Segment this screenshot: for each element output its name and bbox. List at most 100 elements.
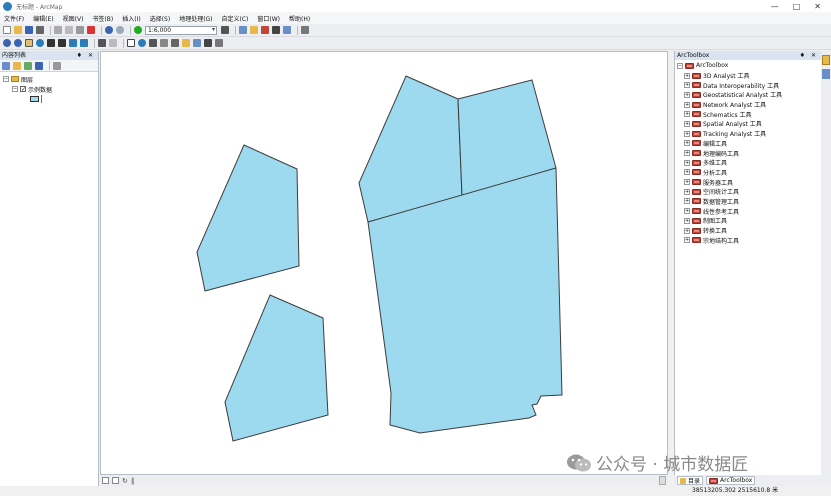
fixed-zoom-in-icon[interactable] (47, 39, 55, 47)
toolbox-item[interactable]: + Data Interoperability 工具 (684, 80, 821, 90)
toolbox-item[interactable]: + Tracking Analyst 工具 (684, 129, 821, 139)
menu-view[interactable]: 视图(V) (63, 14, 84, 23)
select-elements-icon[interactable] (127, 39, 135, 47)
select-features-icon[interactable] (98, 39, 106, 47)
expand-icon[interactable]: + (684, 150, 690, 157)
pause-drawing-icon[interactable]: ∥ (131, 477, 135, 485)
forward-icon[interactable] (80, 39, 88, 47)
toolbox-item[interactable]: + 地理编码工具 (684, 148, 821, 158)
expand-icon[interactable]: + (684, 101, 690, 108)
expand-icon[interactable]: + (684, 188, 690, 195)
maximize-button[interactable]: □ (793, 2, 801, 11)
minimize-button[interactable]: — (771, 2, 779, 11)
arctoolbox-root[interactable]: − ArcToolbox (677, 61, 821, 71)
list-by-selection-icon[interactable] (35, 61, 43, 70)
toolbox-item[interactable]: + 线性参考工具 (684, 206, 821, 216)
overflow-icon[interactable] (301, 26, 309, 34)
map-view[interactable] (100, 51, 668, 475)
expand-icon[interactable]: + (684, 217, 690, 224)
expand-icon[interactable]: + (684, 91, 690, 98)
refresh-icon[interactable]: ↻ (122, 477, 128, 485)
list-by-visibility-icon[interactable] (24, 61, 32, 70)
menu-customize[interactable]: 自定义(C) (222, 14, 249, 23)
back-icon[interactable] (69, 39, 77, 47)
toolbox-item[interactable]: + 转换工具 (684, 226, 821, 236)
expand-icon[interactable]: + (684, 120, 690, 127)
list-by-drawing-order-icon[interactable] (2, 61, 10, 70)
menu-geoprocessing[interactable]: 地理处理(G) (179, 14, 212, 23)
menu-selection[interactable]: 选择(S) (150, 14, 171, 23)
delete-icon[interactable] (87, 26, 95, 34)
menu-windows[interactable]: 窗口(W) (257, 14, 280, 23)
menu-help[interactable]: 帮助(H) (289, 14, 310, 23)
toolbox-item[interactable]: + Network Analyst 工具 (684, 100, 821, 110)
expand-icon[interactable]: + (684, 227, 690, 234)
pan-icon[interactable] (25, 39, 33, 47)
polygon-2[interactable] (224, 294, 329, 442)
zoom-in-icon[interactable] (3, 39, 11, 47)
toolbox-item[interactable]: + Schematics 工具 (684, 109, 821, 119)
expand-icon[interactable]: + (684, 237, 690, 244)
expand-icon[interactable]: + (684, 82, 690, 89)
list-by-source-icon[interactable] (13, 61, 21, 70)
expand-icon[interactable]: + (684, 159, 690, 166)
find-icon[interactable] (149, 39, 157, 47)
catalog-icon[interactable] (250, 26, 258, 34)
search-dock-tab[interactable] (822, 69, 830, 79)
full-extent-icon[interactable] (36, 39, 44, 47)
collapse-icon[interactable]: − (12, 86, 18, 92)
hyperlink-icon[interactable] (182, 39, 190, 47)
go-to-xy-icon[interactable] (160, 39, 168, 47)
viewer-window-icon[interactable] (215, 39, 223, 47)
horizontal-scrollbar[interactable] (659, 476, 666, 485)
paste-icon[interactable] (76, 26, 84, 34)
python-icon[interactable] (272, 26, 280, 34)
catalog-dock-tab[interactable] (822, 55, 830, 65)
toolbox-item[interactable]: + 数据管理工具 (684, 197, 821, 207)
toc-panel-controls[interactable]: ♦ ✕ (77, 51, 95, 60)
clear-selection-icon[interactable] (109, 39, 117, 47)
polygon-1[interactable] (196, 144, 300, 292)
tab-catalog[interactable]: 目录 (677, 476, 704, 485)
layout-view-icon[interactable] (112, 477, 119, 484)
collapse-icon[interactable]: − (3, 76, 9, 82)
toolbox-item[interactable]: + 空间统计工具 (684, 187, 821, 197)
expand-icon[interactable]: + (684, 169, 690, 176)
map-scale-dropdown[interactable]: 1:6,000 (145, 25, 217, 35)
copy-icon[interactable] (65, 26, 73, 34)
menu-bookmarks[interactable]: 书签(B) (92, 14, 113, 23)
identify-icon[interactable] (138, 39, 146, 47)
toolbox-item[interactable]: +3D Analyst 工具 (684, 71, 821, 81)
measure-icon[interactable] (171, 39, 179, 47)
toc-layers-group[interactable]: − 图层 (3, 74, 98, 84)
model-builder-icon[interactable] (283, 26, 291, 34)
html-popup-icon[interactable] (193, 39, 201, 47)
expand-icon[interactable]: + (684, 130, 690, 137)
redo-icon[interactable] (116, 26, 124, 34)
polygon-symbol-swatch[interactable] (30, 96, 39, 102)
collapse-icon[interactable]: − (677, 62, 683, 69)
fixed-zoom-out-icon[interactable] (58, 39, 66, 47)
tab-arctoolbox[interactable]: ArcToolbox (706, 476, 756, 485)
add-data-icon[interactable] (134, 26, 142, 34)
arctoolbox-icon[interactable] (261, 26, 269, 34)
arctoolbox-panel-controls[interactable]: ♦ ✕ (800, 51, 818, 60)
menu-insert[interactable]: 插入(I) (122, 14, 140, 23)
zoom-out-icon[interactable] (14, 39, 22, 47)
expand-icon[interactable]: + (684, 111, 690, 118)
editor-toolbar-icon[interactable] (221, 26, 229, 34)
menu-edit[interactable]: 编辑(E) (33, 14, 53, 23)
time-slider-icon[interactable] (204, 39, 212, 47)
save-icon[interactable] (25, 26, 33, 34)
data-view-icon[interactable] (102, 477, 109, 484)
toolbox-item[interactable]: + 多维工具 (684, 158, 821, 168)
new-document-icon[interactable] (3, 26, 11, 34)
toolbox-item[interactable]: + 服务器工具 (684, 177, 821, 187)
expand-icon[interactable]: + (684, 140, 690, 147)
undo-icon[interactable] (105, 26, 113, 34)
toolbox-item[interactable]: + Spatial Analyst 工具 (684, 119, 821, 129)
map-canvas[interactable] (101, 52, 669, 476)
toolbox-item[interactable]: + 宗地结构工具 (684, 235, 821, 245)
cut-icon[interactable] (54, 26, 62, 34)
menu-file[interactable]: 文件(F) (4, 14, 24, 23)
